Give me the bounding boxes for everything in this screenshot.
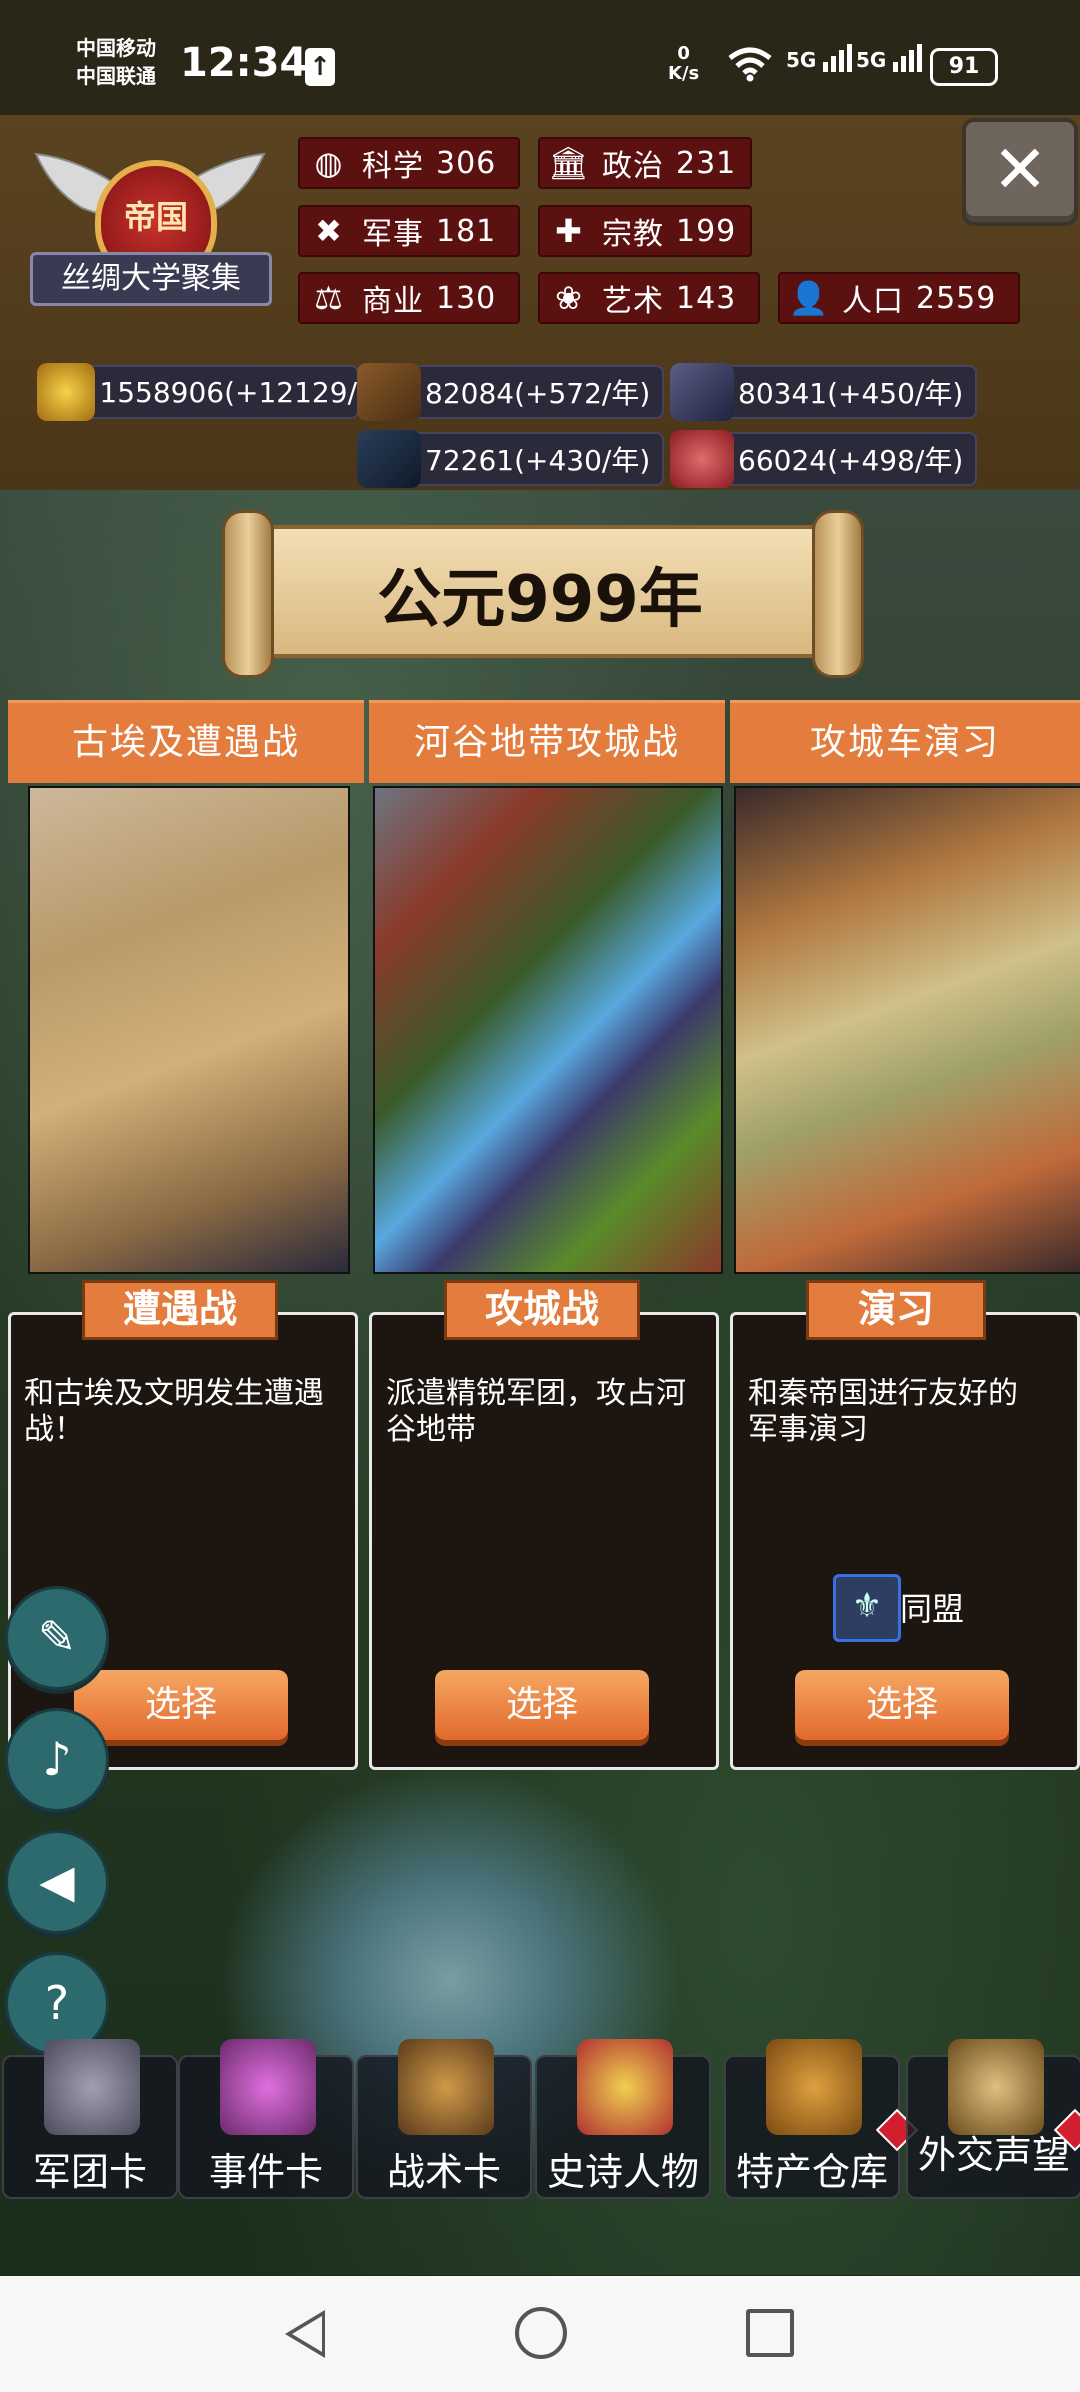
stat-military: ✖ 军事 181: [298, 205, 520, 257]
event-card-2[interactable]: 河谷地带攻城战: [369, 700, 725, 1280]
cross-icon: ✚: [555, 212, 583, 250]
person-icon: 👤: [788, 279, 830, 317]
resource-stone: 80341(+450/年): [670, 363, 977, 421]
home-icon[interactable]: [515, 2307, 567, 2359]
back-icon-inner: [292, 2316, 322, 2352]
resource-gold: 1558906(+12129/: [37, 363, 359, 421]
stat-art: ❀ 艺术 143: [538, 272, 760, 324]
carrier-2: 中国联通: [76, 64, 156, 88]
music-off-icon: ♪: [42, 1732, 72, 1786]
resource-wood: 82084(+572/年): [357, 363, 664, 421]
stat-politics: 🏛 政治 231: [538, 137, 752, 189]
stone-ore-icon: [670, 363, 734, 421]
card-header: 古埃及遭遇战: [8, 700, 364, 783]
wifi-icon: [728, 47, 772, 82]
crossed-tools-icon: ✖: [315, 212, 343, 250]
lotus-icon: ❀: [555, 279, 583, 317]
question-icon: ?: [44, 1976, 70, 2030]
card-1-tag: 遭遇战: [82, 1280, 278, 1340]
stat-religion: ✚ 宗教 199: [538, 205, 752, 257]
resource-iron: 72261(+430/年): [357, 430, 664, 488]
select-button-card-2[interactable]: 选择: [435, 1670, 649, 1740]
scroll-icon: [220, 2039, 316, 2135]
empire-title: 帝国: [123, 198, 188, 236]
alliance-icon: ⚜: [833, 1574, 901, 1642]
clock: 12:34: [180, 40, 308, 86]
card-header: 河谷地带攻城战: [369, 700, 725, 783]
speaker-icon: ◀: [39, 1854, 75, 1908]
upload-icon: ↑: [305, 48, 335, 86]
history-book-button[interactable]: ✎: [5, 1586, 109, 1690]
card-2-description: 派遣精锐军团，攻占河谷地带: [386, 1376, 686, 1447]
tab-legion-cards[interactable]: 军团卡: [2, 2039, 178, 2199]
stat-science: ◍ 科学 306: [298, 137, 520, 189]
event-card-3[interactable]: 攻城车演习: [730, 700, 1080, 1280]
stat-commerce: ⚖ 商业 130: [298, 272, 520, 324]
wood-logs-icon: [357, 363, 421, 421]
card-3-description: 和秦帝国进行友好的军事演习: [748, 1376, 1018, 1447]
planet-icon: ◍: [314, 144, 344, 182]
net-speed: 0 K/s: [668, 43, 700, 84]
empire-name: 丝绸大学聚集: [30, 252, 272, 306]
tab-epic-heroes[interactable]: 史诗人物: [535, 2039, 711, 2199]
helmet-icon: [44, 2039, 140, 2135]
card-3-tag: 演习: [806, 1280, 986, 1340]
carrier-1: 中国移动: [76, 36, 156, 60]
iron-ingot-icon: [357, 430, 421, 488]
tab-diplomatic-reputation[interactable]: 外交声望: [906, 2039, 1080, 2199]
tab-event-cards[interactable]: 事件卡: [178, 2039, 354, 2199]
recent-apps-icon[interactable]: [746, 2309, 794, 2357]
card-illustration-valley-siege: [373, 786, 723, 1274]
event-card-1[interactable]: 古埃及遭遇战: [8, 700, 364, 1280]
card-header: 攻城车演习: [730, 700, 1080, 783]
music-off-button[interactable]: ♪: [5, 1708, 109, 1812]
alliance-label: 同盟: [900, 1590, 965, 1628]
card-illustration-ancient-egypt: [28, 786, 350, 1274]
shield-swords-icon: [398, 2039, 494, 2135]
crown-icon: [577, 2039, 673, 2135]
signal-sim2-icon: 5G: [856, 44, 925, 72]
gold-coins-icon: [37, 363, 96, 421]
stat-population: 👤 人口 2559: [778, 272, 1020, 324]
close-button[interactable]: ✕: [962, 118, 1078, 226]
envelope-icon: [948, 2039, 1044, 2135]
resource-meat: 66024(+498/年): [670, 430, 977, 488]
year-text: 公元999年: [377, 563, 703, 637]
scales-icon: ⚖: [314, 279, 344, 317]
sound-button[interactable]: ◀: [5, 1830, 109, 1934]
battery-indicator: 91: [930, 48, 998, 86]
tab-specialty-warehouse[interactable]: 特产仓库: [724, 2039, 919, 2199]
select-button-card-1[interactable]: 选择: [74, 1670, 288, 1740]
card-illustration-siege-drill: [734, 786, 1080, 1274]
signal-sim1-icon: 5G: [786, 44, 855, 72]
card-2-tag: 攻城战: [444, 1280, 640, 1340]
card-1-description: 和古埃及文明发生遭遇战！: [24, 1376, 324, 1447]
select-button-card-3[interactable]: 选择: [795, 1670, 1009, 1740]
meat-icon: [670, 430, 734, 488]
close-icon: ✕: [992, 131, 1048, 208]
tab-tactic-cards[interactable]: 战术卡: [356, 2039, 532, 2199]
carrier-labels: 中国移动 中国联通: [76, 34, 156, 90]
book-quill-icon: ✎: [37, 1610, 77, 1664]
scroll-right-end: [812, 510, 864, 678]
temple-icon: 🏛: [548, 144, 590, 182]
treasure-chest-icon: [766, 2039, 862, 2135]
